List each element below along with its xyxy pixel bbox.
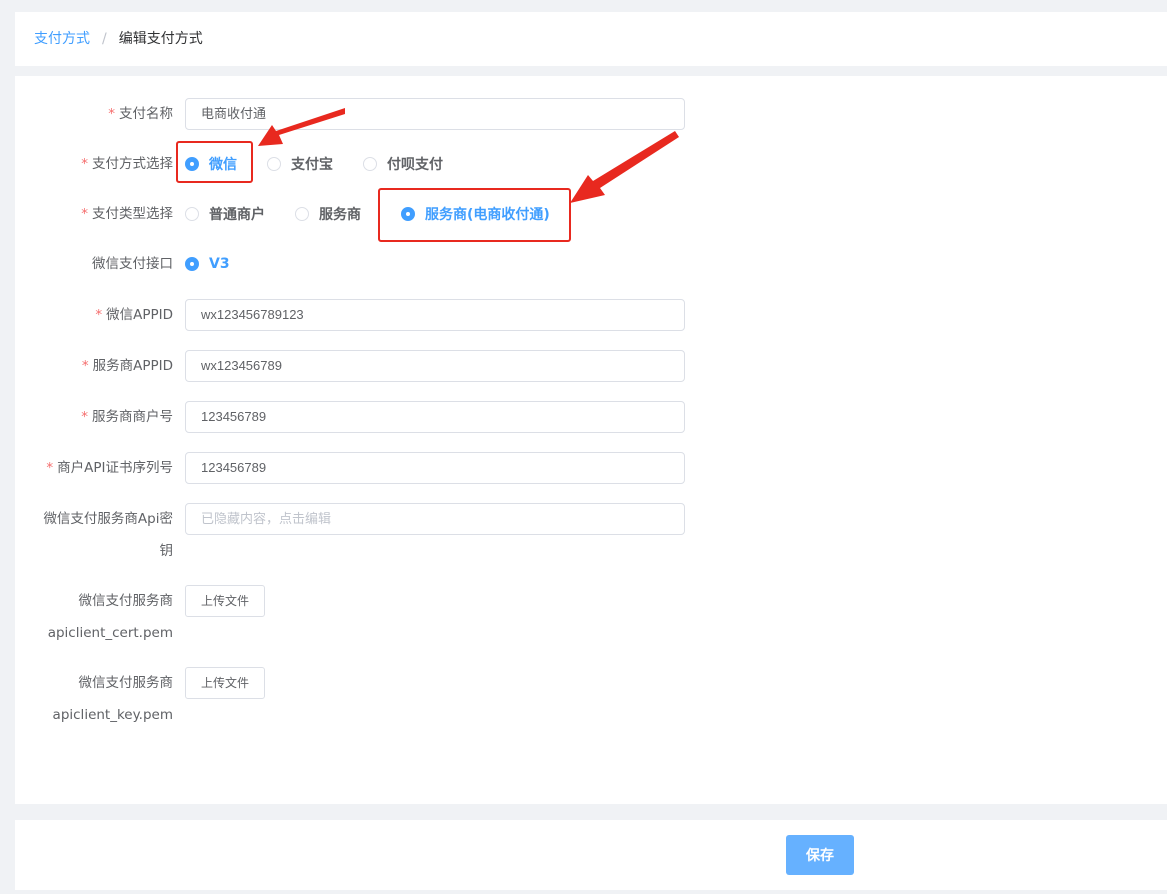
annotation-highlight-wechat bbox=[176, 141, 253, 183]
api-key-label: 微信支付服务商Api密钥 bbox=[43, 511, 173, 559]
footer-panel: 保存 bbox=[15, 820, 1167, 890]
cert-serial-label: * 商户API证书序列号 bbox=[46, 460, 173, 476]
required-star: * bbox=[81, 358, 89, 374]
name-label: * 支付名称 bbox=[108, 106, 173, 122]
required-star: * bbox=[81, 156, 88, 172]
radio-v3[interactable]: V3 bbox=[185, 256, 230, 272]
radio-dot bbox=[185, 257, 199, 271]
breadcrumb-panel: 支付方式 / 编辑支付方式 bbox=[15, 12, 1167, 66]
required-star: * bbox=[46, 460, 54, 476]
wechat-api-label: 微信支付接口 bbox=[92, 256, 173, 272]
payment-method-label: * 支付方式选择 bbox=[81, 156, 173, 172]
payment-type-label: * 支付类型选择 bbox=[81, 206, 173, 222]
radio-dot bbox=[363, 157, 377, 171]
cert-serial-input[interactable]: 123456789 bbox=[185, 452, 685, 484]
required-star: * bbox=[95, 307, 103, 323]
breadcrumb-parent-link[interactable]: 支付方式 bbox=[34, 31, 90, 47]
breadcrumb-separator: / bbox=[102, 31, 107, 47]
radio-dot bbox=[295, 207, 309, 221]
provider-appid-input[interactable]: wx123456789 bbox=[185, 350, 685, 382]
radio-alipay[interactable]: 支付宝 bbox=[267, 154, 333, 174]
provider-mchid-input[interactable]: 123456789 bbox=[185, 401, 685, 433]
payment-form: * 支付名称 电商收付通 * 支付方式选择 微信 支付宝 付呗支付 * 支付类型选择 … bbox=[15, 76, 1167, 804]
provider-appid-label: * 服务商APPID bbox=[81, 358, 173, 374]
required-star: * bbox=[81, 206, 88, 222]
wechat-api-radio-group: V3 bbox=[185, 248, 260, 280]
cert-file-label: 微信支付服务商 apiclient_cert.pem bbox=[47, 593, 173, 641]
annotation-highlight-ecommerce bbox=[378, 188, 571, 242]
radio-dot bbox=[267, 157, 281, 171]
breadcrumb: 支付方式 / 编辑支付方式 bbox=[34, 30, 203, 48]
required-star: * bbox=[81, 409, 88, 425]
radio-dot bbox=[185, 207, 199, 221]
api-key-input[interactable]: 已隐藏内容，点击编辑 bbox=[185, 503, 685, 535]
upload-cert-button[interactable]: 上传文件 bbox=[185, 585, 266, 617]
radio-service-provider[interactable]: 服务商 bbox=[295, 204, 361, 224]
save-button[interactable]: 保存 bbox=[786, 835, 854, 875]
name-input[interactable]: 电商收付通 bbox=[185, 98, 685, 130]
wechat-appid-label: * 微信APPID bbox=[95, 307, 173, 323]
radio-fubei[interactable]: 付呗支付 bbox=[363, 154, 443, 174]
upload-key-button[interactable]: 上传文件 bbox=[185, 667, 266, 699]
breadcrumb-current: 编辑支付方式 bbox=[118, 31, 203, 47]
wechat-appid-input[interactable]: wx123456789123 bbox=[185, 299, 685, 331]
provider-mchid-label: * 服务商商户号 bbox=[81, 409, 173, 425]
key-file-label: 微信支付服务商 apiclient_key.pem bbox=[52, 675, 173, 723]
required-star: * bbox=[108, 106, 115, 122]
radio-normal-merchant[interactable]: 普通商户 bbox=[185, 204, 265, 224]
